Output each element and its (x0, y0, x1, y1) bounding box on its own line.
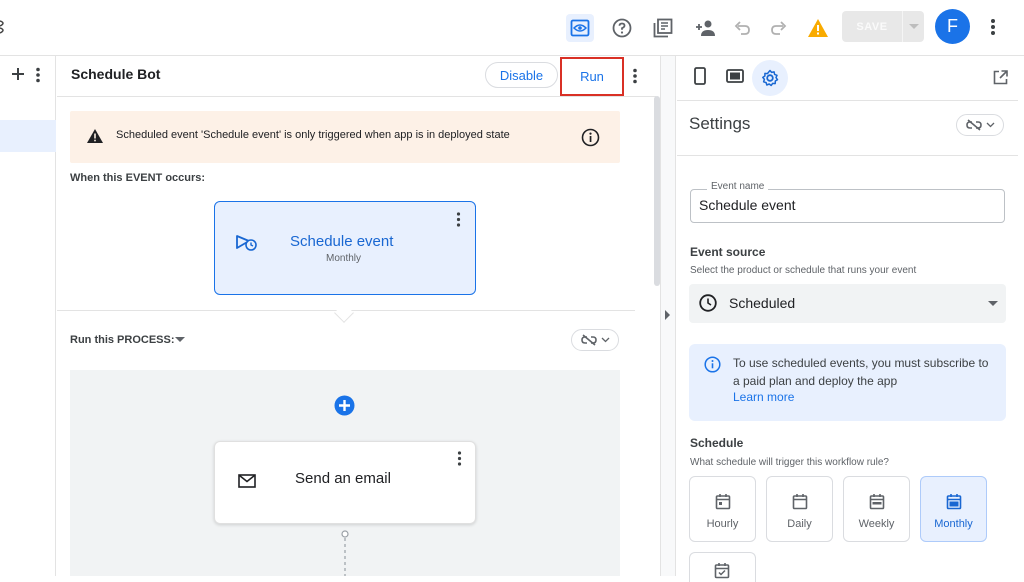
event-card-more-icon[interactable] (456, 212, 461, 227)
settings-tab[interactable] (752, 60, 788, 96)
info-text: To use scheduled events, you must subscr… (733, 356, 989, 388)
schedule-option-monthly[interactable]: Monthly (920, 476, 987, 542)
gear-icon (762, 69, 779, 87)
more-vert-icon[interactable] (990, 18, 996, 36)
save-button[interactable]: SAVE (842, 11, 924, 42)
panel-splitter[interactable] (660, 56, 676, 576)
chip-chevron-icon (986, 122, 994, 128)
undo-icon[interactable] (729, 14, 757, 42)
process-dropdown-icon[interactable] (175, 337, 185, 343)
top-app-bar: SAVE F (0, 0, 1024, 56)
mobile-view-icon[interactable] (694, 67, 706, 85)
info-circle-icon (704, 356, 721, 373)
settings-divider (677, 155, 1024, 156)
calendar-icon (792, 494, 807, 510)
schedule-option-label: Hourly (706, 518, 739, 530)
process-section-label: Run this PROCESS: (70, 334, 175, 346)
help-icon[interactable] (608, 14, 636, 42)
calendar-check-icon (714, 562, 730, 579)
library-icon[interactable] (649, 14, 677, 42)
event-card-subtitle: Monthly (326, 253, 362, 264)
event-name-value[interactable]: Schedule event (699, 197, 796, 213)
selected-bot-item[interactable] (0, 120, 56, 152)
add-step-icon[interactable] (334, 395, 355, 416)
event-card[interactable]: Schedule event Monthly (214, 201, 476, 295)
subscription-info-box: To use scheduled events, you must subscr… (689, 344, 1006, 421)
event-section-label: When this EVENT occurs: (70, 172, 206, 184)
schedule-option-weekly[interactable]: Weekly (843, 476, 910, 542)
add-icon[interactable] (11, 67, 25, 81)
left-rail (0, 56, 56, 576)
clock-icon (699, 294, 717, 312)
divider-notch (334, 303, 354, 323)
deploy-warning-banner: Scheduled event 'Schedule event' is only… (70, 111, 620, 163)
avatar[interactable]: F (935, 9, 970, 44)
process-unlink-chip[interactable] (571, 329, 619, 351)
link-off-icon (580, 334, 597, 346)
info-icon[interactable] (581, 128, 600, 147)
warning-text: Scheduled event 'Schedule event' is only… (116, 129, 510, 141)
schedule-option-label: Daily (787, 518, 812, 530)
step-connector (341, 530, 349, 576)
calendar-icon (946, 494, 961, 510)
event-name-label: Event name (707, 181, 769, 192)
schedule-event-icon (235, 233, 259, 253)
event-card-title: Schedule event (290, 233, 394, 250)
schedule-label: Schedule (690, 436, 744, 450)
redo-icon[interactable] (764, 14, 792, 42)
settings-unlink-chip[interactable] (956, 114, 1004, 136)
email-card-more-icon[interactable] (457, 451, 462, 466)
open-in-new-icon[interactable] (993, 70, 1008, 85)
run-button[interactable]: Run (560, 57, 624, 96)
bot-header: Schedule Bot Disable Run (57, 56, 656, 97)
calendar-icon (715, 494, 730, 510)
send-email-step-card[interactable]: Send an email (214, 441, 476, 524)
email-card-title: Send an email (295, 470, 391, 487)
schedule-option-custom[interactable] (689, 552, 756, 582)
app-logo-icon (0, 18, 8, 36)
preview-icon[interactable] (566, 14, 594, 42)
select-dropdown-icon (988, 301, 998, 307)
schedule-option-hourly[interactable]: Hourly (689, 476, 756, 542)
event-source-value: Scheduled (729, 295, 796, 311)
collapse-arrow-icon[interactable] (665, 310, 671, 320)
learn-more-link[interactable]: Learn more (733, 390, 794, 404)
schedule-help: What schedule will trigger this workflow… (690, 457, 889, 468)
page-title: Schedule Bot (71, 66, 161, 82)
rail-more-icon[interactable] (35, 67, 41, 83)
warning-triangle-icon (86, 128, 104, 144)
save-label: SAVE (856, 20, 888, 33)
event-source-select[interactable]: Scheduled (689, 284, 1006, 323)
bot-more-icon[interactable] (632, 68, 638, 84)
schedule-option-label: Weekly (858, 518, 895, 530)
calendar-icon (869, 494, 884, 510)
tablet-view-icon[interactable] (726, 69, 744, 83)
link-off-icon (965, 119, 982, 131)
mail-icon (238, 474, 256, 488)
add-person-icon[interactable] (692, 14, 720, 42)
schedule-option-daily[interactable]: Daily (766, 476, 833, 542)
schedule-option-label: Monthly (934, 518, 973, 530)
chip-chevron-icon (601, 337, 609, 343)
right-panel-tabs (677, 56, 1024, 101)
event-source-label: Event source (690, 245, 766, 259)
warning-icon[interactable] (804, 14, 832, 42)
event-source-help: Select the product or schedule that runs… (690, 265, 917, 276)
settings-title: Settings (689, 114, 751, 133)
save-dropdown-icon[interactable] (903, 23, 924, 30)
disable-button[interactable]: Disable (485, 62, 558, 88)
right-scrollbar[interactable] (1018, 100, 1024, 576)
